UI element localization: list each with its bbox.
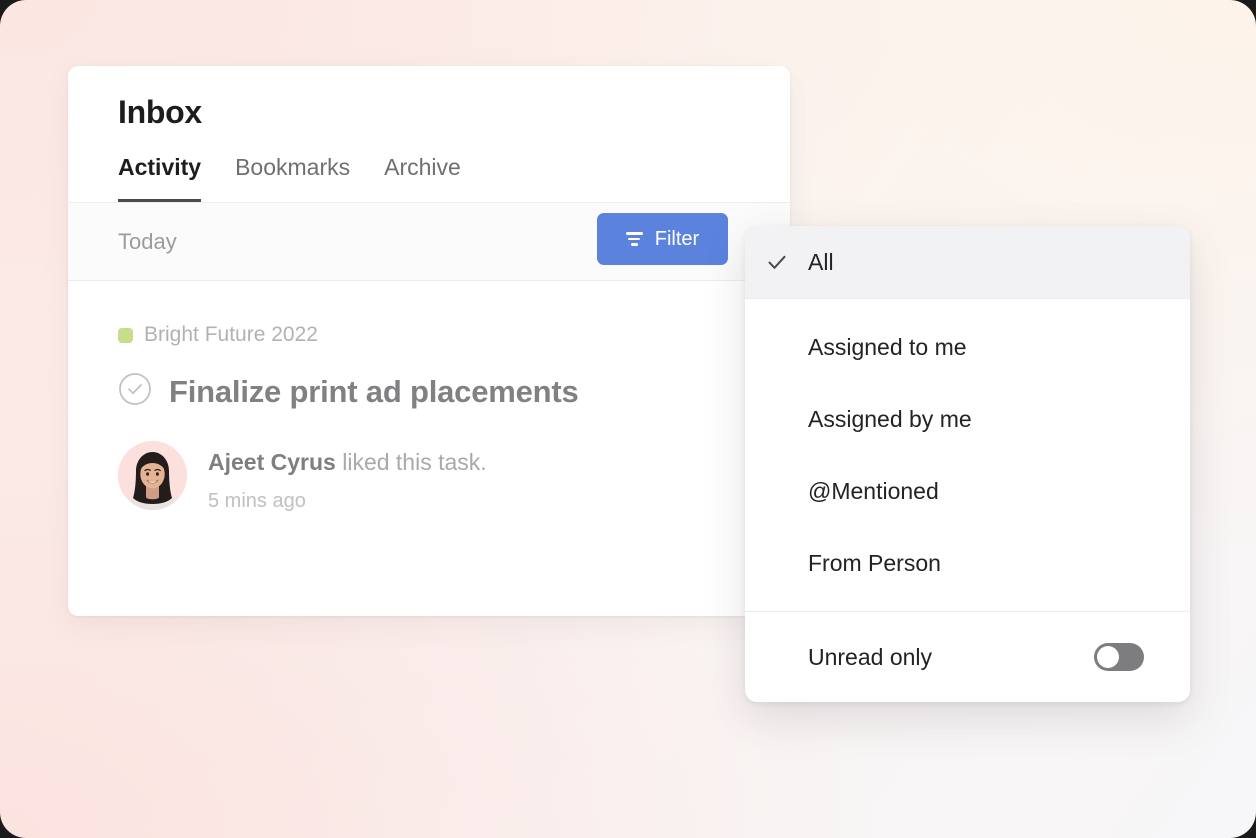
circle-check-icon[interactable] (118, 372, 152, 411)
today-label: Today (118, 228, 177, 254)
task-row[interactable]: Finalize print ad placements (118, 372, 790, 411)
filter-button-label: Filter (654, 227, 700, 250)
actor-name: Ajeet Cyrus (208, 449, 336, 476)
activity-description: Ajeet Cyrus liked this task. (208, 448, 487, 477)
filter-options-group: Assigned to me Assigned by me @Mentioned… (745, 299, 1190, 611)
project-color-dot (118, 327, 133, 343)
app-window: Inbox Activity Bookmarks Archive Today F… (0, 0, 1256, 838)
page-title: Inbox (118, 94, 202, 130)
today-section-header: Today Filter (68, 203, 790, 282)
check-icon (745, 250, 808, 274)
filter-dropdown-menu: All Assigned to me Assigned by me @Menti… (745, 226, 1190, 702)
menu-item-assigned-by-me[interactable]: Assigned by me (745, 383, 1190, 455)
avatar[interactable] (118, 441, 187, 511)
tab-bookmarks[interactable]: Bookmarks (235, 155, 350, 203)
menu-item-from-person[interactable]: From Person (745, 527, 1190, 599)
activity-list: Bright Future 2022 Finalize print ad pla… (68, 281, 790, 513)
funnel-icon (625, 232, 643, 247)
activity-timestamp: 5 mins ago (208, 489, 306, 512)
card-header: Inbox Activity Bookmarks Archive (68, 66, 791, 204)
activity-action: liked this task. (335, 449, 487, 476)
tab-bar: Activity Bookmarks Archive (68, 155, 791, 204)
unread-only-row[interactable]: Unread only (745, 612, 1190, 702)
menu-item-mentioned[interactable]: @Mentioned (745, 455, 1190, 527)
menu-item-all-label: All (808, 248, 834, 275)
unread-only-toggle[interactable] (1094, 643, 1144, 671)
inbox-card: Inbox Activity Bookmarks Archive Today F… (68, 66, 791, 616)
unread-only-label: Unread only (808, 643, 933, 670)
filter-button[interactable]: Filter (597, 213, 728, 266)
activity-text-block: Ajeet Cyrus liked this task. 5 mins ago (208, 441, 487, 513)
activity-meta: Ajeet Cyrus liked this task. 5 mins ago (118, 441, 790, 513)
list-item[interactable]: Bright Future 2022 Finalize print ad pla… (118, 323, 790, 513)
tab-activity[interactable]: Activity (118, 155, 202, 204)
tab-archive[interactable]: Archive (384, 155, 461, 203)
project-name: Bright Future 2022 (144, 323, 318, 347)
project-tag[interactable]: Bright Future 2022 (118, 323, 790, 347)
menu-item-all[interactable]: All (745, 226, 1190, 298)
menu-item-assigned-to-me[interactable]: Assigned to me (745, 311, 1190, 383)
task-title: Finalize print ad placements (169, 373, 579, 409)
